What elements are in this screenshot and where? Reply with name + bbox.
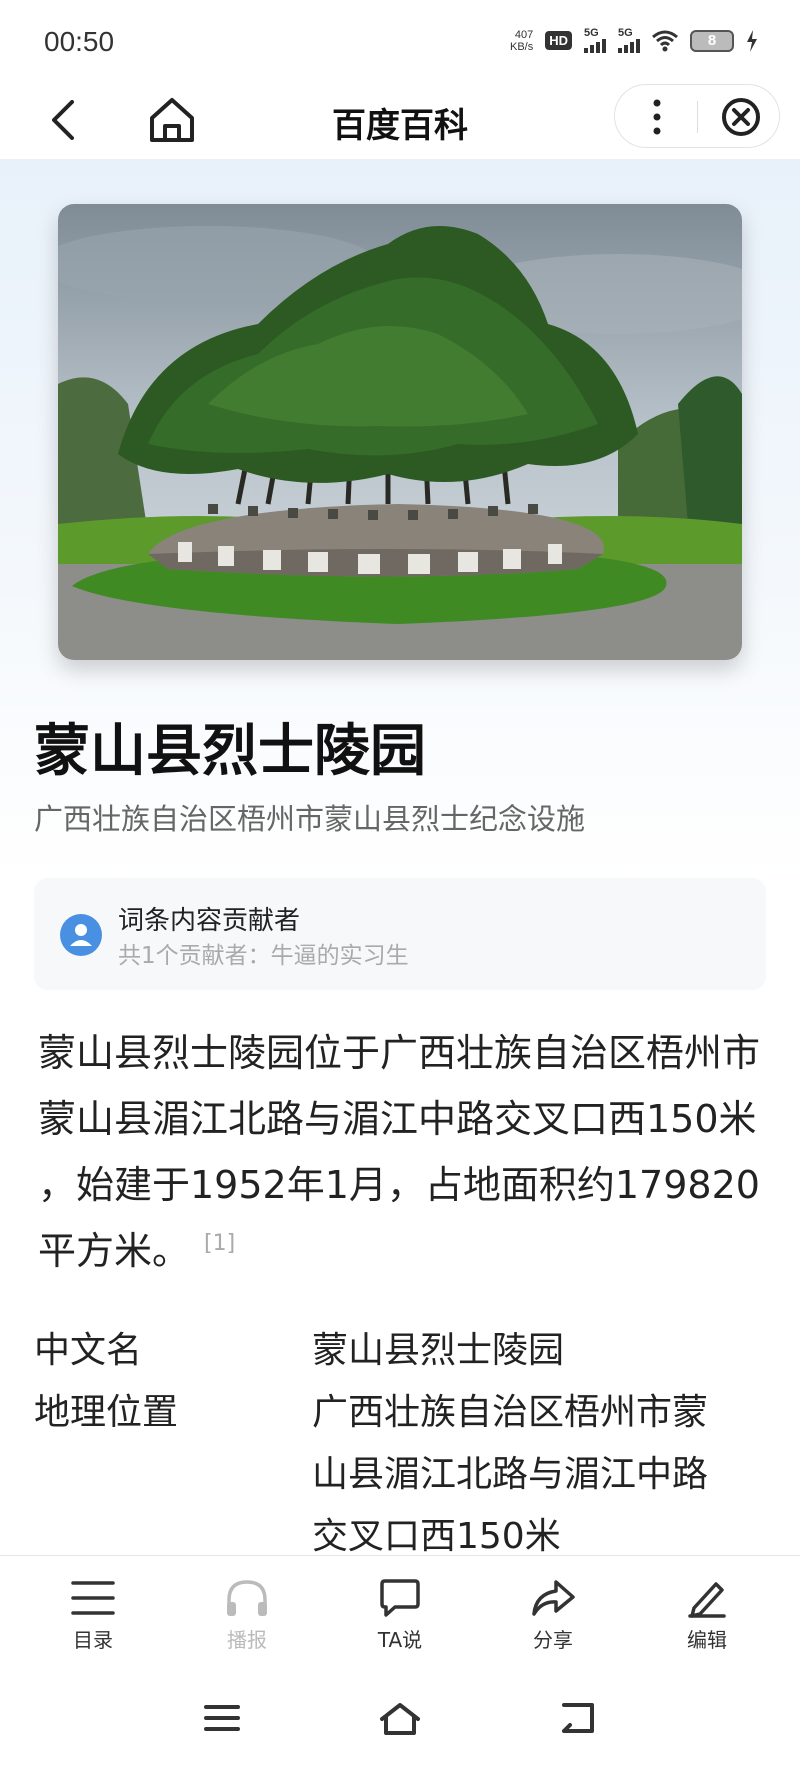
battery-icon: 8 [690,29,734,52]
signal-label: 5G [584,27,599,39]
list-icon [71,1581,115,1615]
app-screen: 00:50 407 KB/s HD 5G 5G 8 百度百科 蒙山县烈士陵园 广… [0,0,800,1769]
info-row: 中文名 蒙山县烈士陵园 [34,1320,774,1382]
system-back-icon[interactable] [554,1697,602,1739]
reference-link[interactable]: [1] [204,1231,235,1256]
status-time: 00:50 [44,26,115,57]
status-icons: 407 KB/s HD 5G 5G 8 [510,28,758,53]
signal-label-2: 5G [618,27,633,39]
edit-button[interactable]: 编辑 [652,1578,762,1658]
info-value: 广西壮族自治区梧州市蒙山县湄江北路与湄江中路交叉口西150米 [312,1392,709,1555]
entry-summary: 蒙山县烈士陵园位于广西壮族自治区梧州市蒙山县湄江北路与湄江中路交叉口西150米 … [38,1020,768,1284]
hero-image[interactable] [58,204,742,660]
catalog-label: 目录 [73,1628,113,1652]
chat-bubble-icon [380,1579,420,1617]
contributors-title: 词条内容贡献者 [118,906,301,936]
info-value: 蒙山县烈士陵园 [312,1330,565,1371]
more-icon[interactable] [639,95,675,139]
info-key: 中文名 [34,1330,143,1371]
status-bar: 00:50 407 KB/s HD 5G 5G 8 [0,0,800,80]
ta-say-button[interactable]: TA说 [345,1578,455,1658]
contributors-summary: 共1个贡献者：牛逼的实习生 [118,943,409,969]
broadcast-button[interactable]: 播报 [192,1578,302,1658]
entry-content[interactable]: 蒙山县烈士陵园 广西壮族自治区梧州市蒙山县烈士纪念设施 词条内容贡献者 共1个贡… [0,160,800,1555]
bottom-toolbar: 目录 播报 TA说 分享 编辑 [0,1555,800,1667]
user-avatar-icon [60,914,102,956]
info-table: 中文名 蒙山县烈士陵园 地理位置 广西壮族自治区梧州市蒙山县湄江北路与湄江中路交… [34,1320,774,1555]
signal-icon: 5G [584,28,606,53]
contributors-card[interactable]: 词条内容贡献者 共1个贡献者：牛逼的实习生 [34,878,766,990]
capsule-divider [697,101,698,133]
summary-text: 蒙山县烈士陵园位于广西壮族自治区梧州市蒙山县湄江北路与湄江中路交叉口西150米 … [38,1031,761,1273]
navigation-bar: 百度百科 [0,80,800,160]
network-speed-value: 407 [514,28,534,41]
info-key: 地理位置 [34,1392,179,1433]
catalog-button[interactable]: 目录 [38,1578,148,1658]
system-navigation-bar [0,1667,800,1769]
share-label: 分享 [533,1628,573,1652]
headphones-icon [227,1580,267,1616]
ta-say-label: TA说 [377,1628,423,1652]
close-icon[interactable] [719,95,763,139]
broadcast-label: 播报 [227,1628,267,1652]
network-speed-unit: KB/s [509,40,534,53]
hd-icon: HD [545,31,572,50]
system-home-icon[interactable] [376,1697,424,1739]
signal-icon-2: 5G [618,28,640,53]
entry-subtitle: 广西壮族自治区梧州市蒙山县烈士纪念设施 [34,802,586,836]
share-icon [532,1580,575,1616]
charging-icon [747,29,757,52]
mini-program-capsule [614,84,780,148]
network-speed: 407 KB/s [510,29,533,53]
edit-label: 编辑 [687,1628,727,1652]
info-row: 地理位置 广西壮族自治区梧州市蒙山县湄江北路与湄江中路交叉口西150米 [34,1382,774,1555]
pencil-icon [688,1582,726,1618]
share-button[interactable]: 分享 [498,1578,608,1658]
entry-title: 蒙山县烈士陵园 [34,719,426,784]
menu-icon[interactable] [198,1697,246,1739]
wifi-icon [652,30,678,51]
